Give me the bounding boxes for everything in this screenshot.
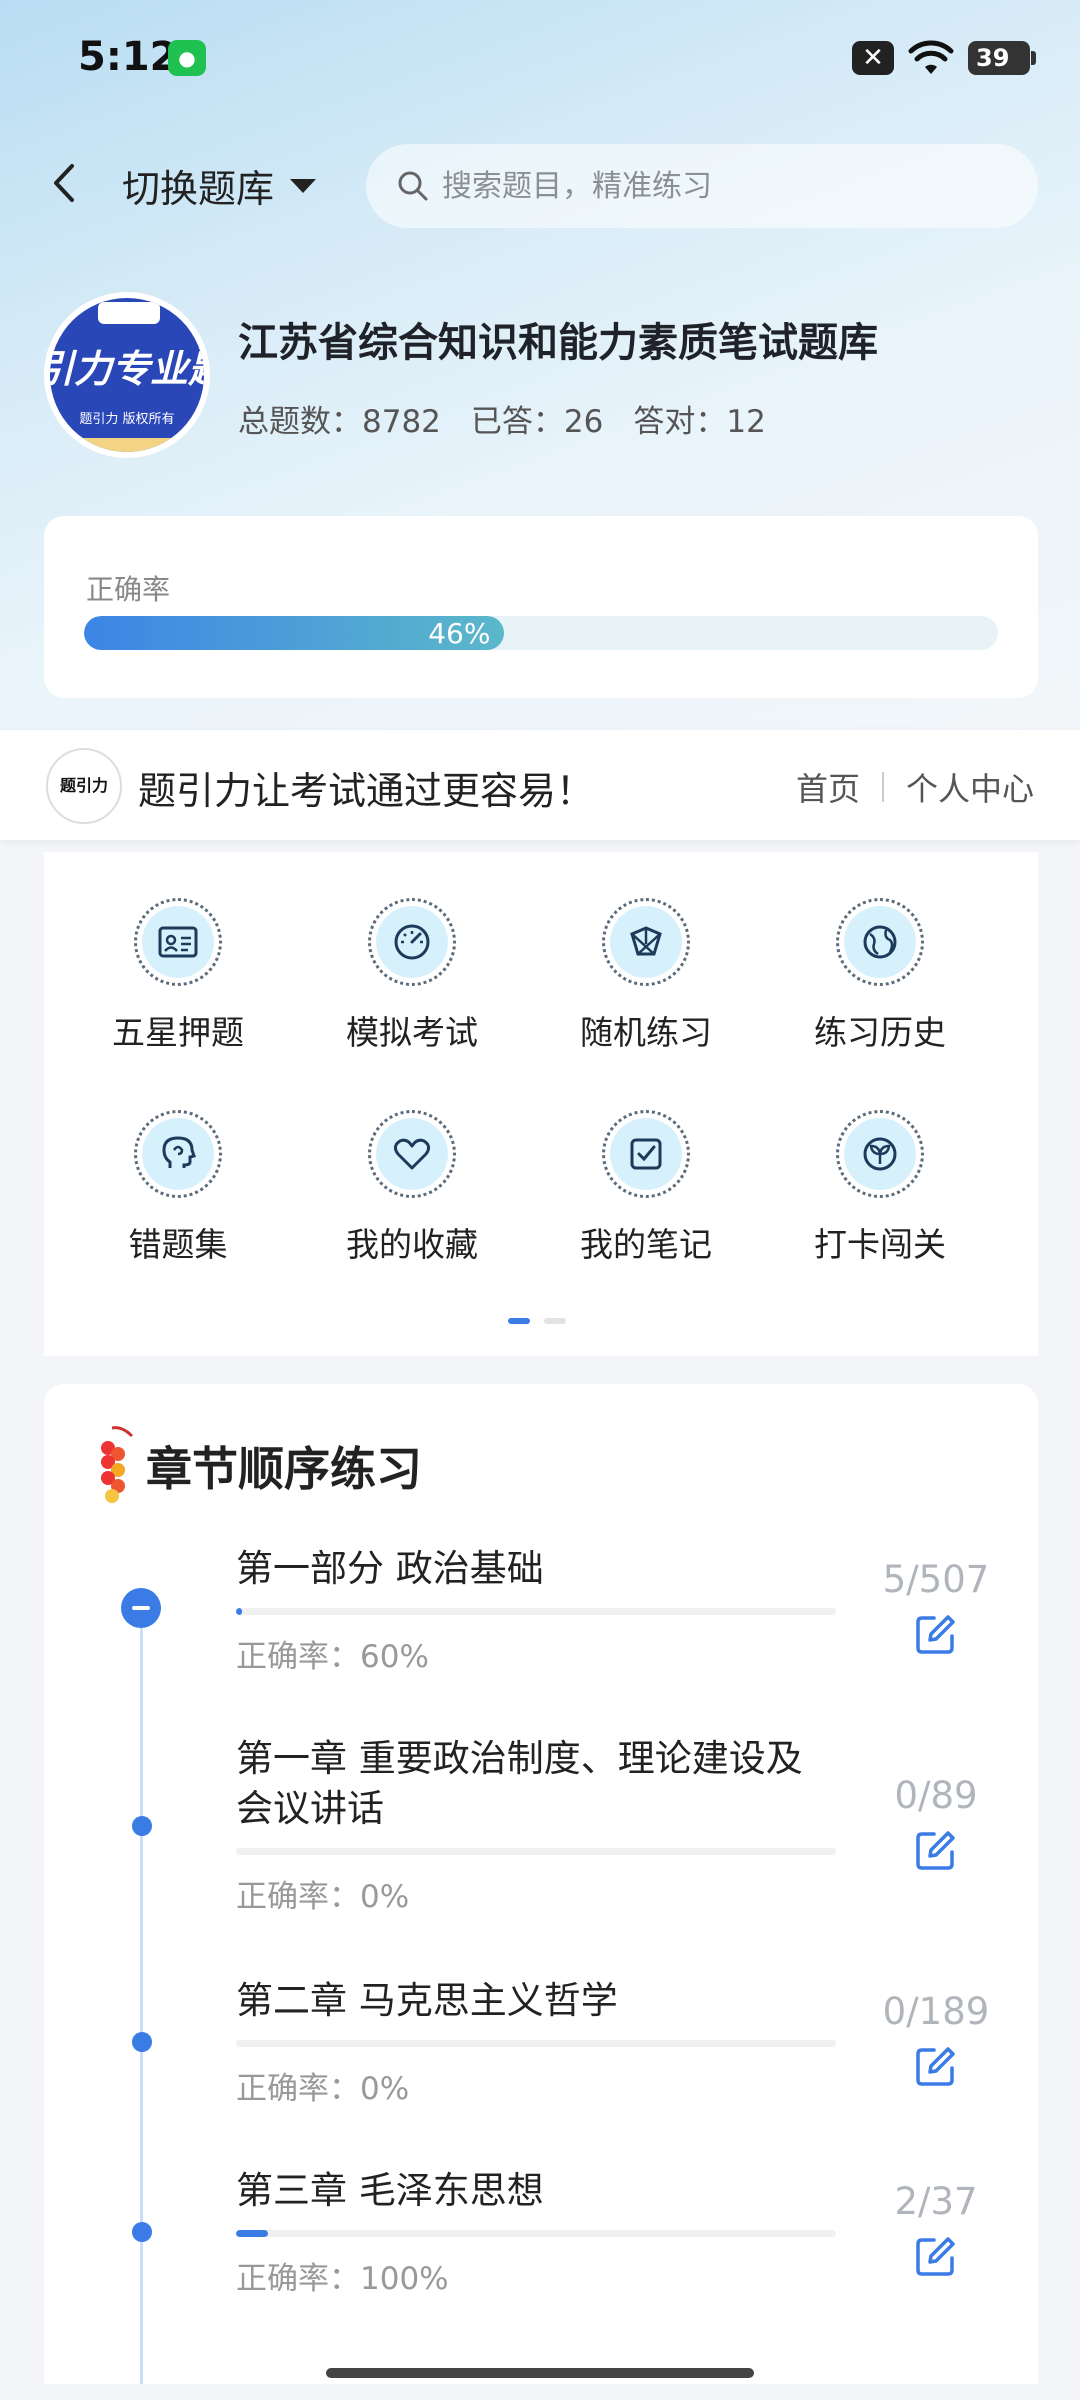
caret-down-icon: [290, 178, 317, 193]
feature-notes[interactable]: 我的笔记: [546, 1110, 746, 1290]
chapter-item[interactable]: 第一章 重要政治制度、理论建设及会议讲话 正确率：0%: [236, 1734, 836, 1916]
page-dot-active: [508, 1318, 530, 1324]
chapter-count: 2/37: [894, 2180, 978, 2223]
head-icon: [162, 1136, 196, 1168]
chapter-name: 第三章 毛泽东思想: [236, 2169, 544, 2212]
chapter-item[interactable]: 第三章 毛泽东思想 正确率：100%: [236, 2166, 836, 2298]
chapter-progress-fill: [236, 2230, 269, 2237]
feature-label: 模拟考试: [346, 1013, 478, 1052]
back-arrow-icon[interactable]: [44, 158, 84, 208]
speedometer-icon: [394, 924, 430, 960]
feature-favorites[interactable]: 我的收藏: [312, 1110, 512, 1290]
chapter-name: 第一部分 政治基础: [236, 1547, 544, 1590]
notebook-icon: [630, 1138, 662, 1170]
firecracker-icon: [101, 1426, 134, 1503]
edit-icon[interactable]: [914, 2234, 958, 2278]
chapter-accuracy: 正确率：0%: [236, 2071, 410, 2107]
library-logo-sub: 题引力 版权所有: [79, 412, 175, 427]
edit-icon[interactable]: [914, 1828, 958, 1872]
chapter-count: 0/89: [894, 1774, 978, 1817]
promo-bar: 题引力 题引力让考试通过更容易！ 首页 个人中心: [0, 730, 1080, 840]
feature-label: 我的收藏: [346, 1225, 478, 1264]
feature-random-practice[interactable]: 随机练习: [546, 898, 746, 1078]
accuracy-card: 正确率 46%: [44, 516, 1038, 698]
page-indicator: [508, 1318, 566, 1324]
library-stats: 总题数：8782 已答：26 答对：12: [238, 396, 766, 441]
timeline-node: [132, 2222, 152, 2242]
feature-wrong-questions[interactable]: 错题集: [78, 1110, 278, 1290]
chapter-item[interactable]: 第二章 马克思主义哲学 正确率：0%: [236, 1976, 836, 2108]
edit-icon[interactable]: [914, 1612, 958, 1656]
feature-label: 我的笔记: [580, 1225, 712, 1264]
search-icon: [398, 171, 428, 201]
chapter-progress-bar: [236, 2230, 836, 2237]
accuracy-label: 正确率: [86, 573, 171, 606]
feature-label: 打卡闯关: [814, 1225, 946, 1264]
chapter-progress-bar: [236, 1608, 836, 1615]
chapter-progress-bar: [236, 2040, 836, 2047]
chapter-section-title: 章节顺序练习: [146, 1442, 422, 1496]
chapter-accuracy: 正确率：100%: [236, 2261, 449, 2297]
chapter-accuracy: 正确率：60%: [236, 1639, 429, 1675]
chapter-progress-fill: [236, 1608, 242, 1615]
stat-answered: 已答：26: [470, 404, 604, 440]
promo-logo-text: 题引力: [59, 776, 108, 795]
library-logo-text: 引力专业题: [50, 347, 204, 391]
feature-grid: 五星押题 模拟考试 随机练习 练习历史 错题集 我的收藏 我的笔记 打卡闯关: [44, 852, 1038, 1356]
chapter-accuracy: 正确率：0%: [236, 1879, 410, 1915]
search-input[interactable]: [442, 168, 1002, 204]
chapter-count: 0/189: [882, 1990, 990, 2033]
search-bar[interactable]: [366, 144, 1038, 228]
feature-label: 随机练习: [580, 1013, 712, 1052]
link-divider: [881, 772, 884, 802]
stat-total: 总题数：8782: [238, 404, 441, 440]
heart-icon: [393, 1138, 431, 1170]
library-title: 江苏省综合知识和能力素质笔试题库: [238, 320, 878, 366]
status-time: 5:12: [78, 34, 178, 80]
timeline-node: [132, 2032, 152, 2052]
chapter-name: 第二章 马克思主义哲学: [236, 1979, 618, 2022]
wifi-icon: [908, 40, 954, 74]
promo-logo[interactable]: 题引力: [46, 748, 122, 824]
home-link[interactable]: 首页: [796, 764, 860, 810]
edit-icon[interactable]: [914, 2044, 958, 2088]
profile-link[interactable]: 个人中心: [906, 764, 1034, 810]
switch-library-button[interactable]: 切换题库: [122, 158, 317, 213]
timeline-line: [140, 1614, 143, 2384]
collapse-icon[interactable]: [121, 1588, 161, 1628]
id-card-icon: [158, 926, 198, 958]
chapter-item[interactable]: 第一部分 政治基础 正确率：60%: [236, 1544, 836, 1676]
feature-five-star[interactable]: 五星押题: [78, 898, 278, 1078]
library-logo: 引力专业题 题引力 版权所有: [44, 292, 210, 458]
page-dot: [544, 1318, 566, 1324]
close-notification-icon: ✕: [852, 41, 894, 75]
feature-label: 五星押题: [112, 1013, 244, 1052]
feature-label: 练习历史: [814, 1013, 946, 1052]
timeline-node: [132, 1816, 152, 1836]
sprout-icon: [863, 1137, 897, 1171]
chapter-practice-card: 章节顺序练习 第一部分 政治基础 正确率：60% 5/507 第一章 重要政治制…: [44, 1384, 1038, 2384]
shuffle-icon: [630, 926, 662, 956]
globe-icon: [863, 925, 897, 959]
stat-correct: 答对：12: [633, 404, 766, 440]
home-indicator[interactable]: [326, 2368, 754, 2378]
battery-icon: 39: [968, 41, 1036, 75]
wechat-icon: ●: [168, 40, 206, 76]
feature-mock-exam[interactable]: 模拟考试: [312, 898, 512, 1078]
accuracy-value: 46%: [428, 616, 491, 650]
feature-history[interactable]: 练习历史: [780, 898, 980, 1078]
status-bar: 5:12 ● ✕ 39: [0, 0, 1080, 120]
accuracy-progress-bar: 46%: [84, 616, 998, 650]
chapter-progress-bar: [236, 1848, 836, 1855]
switch-library-label: 切换题库: [122, 167, 275, 211]
promo-slogan: 题引力让考试通过更容易！: [138, 769, 595, 813]
chapter-count: 5/507: [882, 1558, 990, 1601]
battery-level: 39: [976, 44, 1010, 72]
chapter-name: 第一章 重要政治制度、理论建设及会议讲话: [236, 1737, 803, 1830]
feature-label: 错题集: [128, 1225, 228, 1264]
feature-checkin[interactable]: 打卡闯关: [780, 1110, 980, 1290]
